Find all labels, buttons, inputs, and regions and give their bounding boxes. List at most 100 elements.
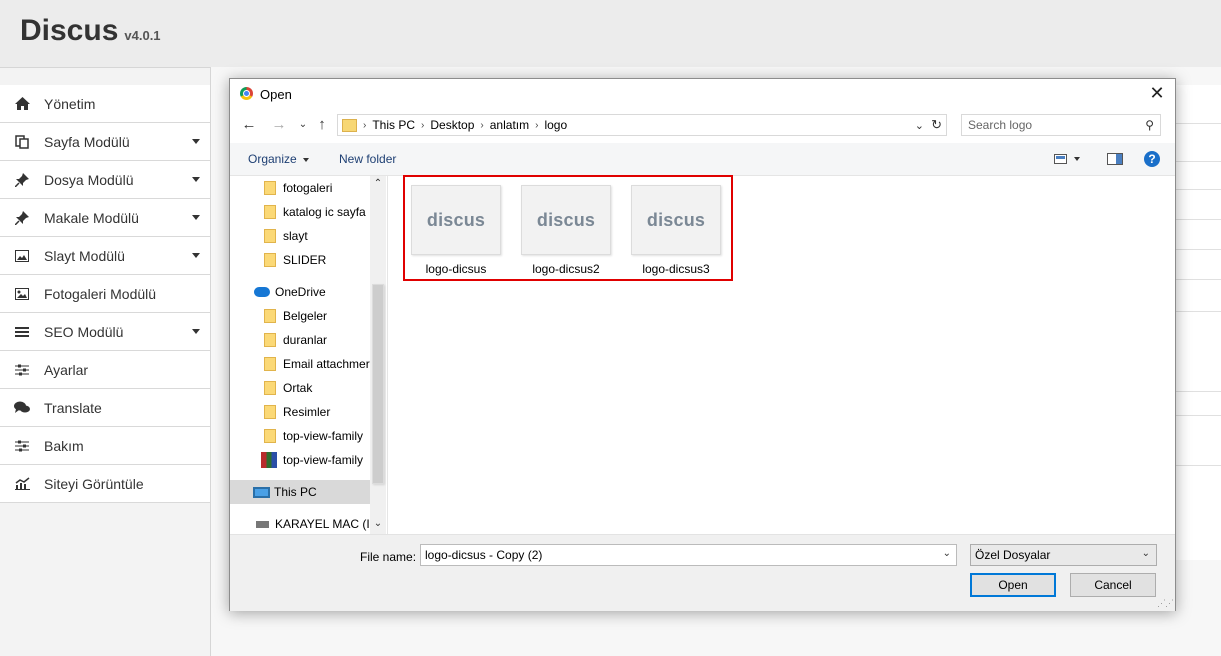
- folder-icon: [264, 357, 276, 371]
- nav-item-label: slayt: [283, 229, 308, 243]
- nav-item-folder[interactable]: Belgeler: [230, 304, 370, 328]
- chevron-right-icon[interactable]: ›: [363, 120, 366, 131]
- breadcrumb-desktop[interactable]: Desktop: [430, 118, 474, 132]
- close-icon[interactable]: ✕: [1147, 83, 1167, 103]
- list-icon: [14, 324, 30, 340]
- file-name-label: File name:: [360, 550, 417, 564]
- scroll-up-icon[interactable]: ⌃: [370, 178, 386, 189]
- dialog-footer: File name: logo-dicsus - Copy (2) ⌄ Özel…: [230, 534, 1175, 611]
- chevron-right-icon[interactable]: ›: [480, 120, 483, 131]
- nav-item-label: top-view-family: [283, 453, 364, 467]
- image-icon: [14, 248, 30, 264]
- help-icon[interactable]: ?: [1144, 151, 1160, 167]
- nav-item-folder[interactable]: top-view-family: [230, 424, 370, 448]
- nav-pane-scrollbar[interactable]: ⌃ ⌄: [370, 176, 386, 534]
- nav-item-folder[interactable]: Ortak: [230, 376, 370, 400]
- chevron-down-icon: [192, 253, 200, 258]
- pin-icon: [14, 172, 30, 188]
- nav-item-folder[interactable]: SLIDER: [230, 248, 370, 272]
- search-icon[interactable]: ⚲: [1145, 118, 1154, 132]
- sidebar-item-slayt-modulu[interactable]: Slayt Modülü: [0, 237, 210, 275]
- open-button[interactable]: Open: [970, 573, 1056, 597]
- recent-locations-chevron-icon[interactable]: ⌄: [294, 115, 312, 135]
- back-arrow-icon[interactable]: ←: [240, 115, 258, 135]
- sidebar-item-seo-modulu[interactable]: SEO Modülü: [0, 313, 210, 351]
- chevron-right-icon[interactable]: ›: [421, 120, 424, 131]
- background-panel: [1174, 85, 1221, 560]
- file-name-value: logo-dicsus - Copy (2): [425, 548, 543, 562]
- resize-grip-icon[interactable]: ⋰⋰: [1157, 598, 1174, 609]
- sidebar-divider: [210, 67, 211, 656]
- folder-icon: [264, 429, 276, 443]
- address-bar[interactable]: › This PC › Desktop › anlatım › logo ⌄ ↻: [337, 114, 947, 136]
- file-type-value: Özel Dosyalar: [975, 548, 1051, 562]
- computer-icon: [253, 486, 270, 498]
- sidebar-item-sayfa-modulu[interactable]: Sayfa Modülü: [0, 123, 210, 161]
- home-icon: [14, 96, 30, 112]
- breadcrumb-this-pc[interactable]: This PC: [372, 118, 415, 132]
- sidebar-item-fotogaleri-modulu[interactable]: Fotogaleri Modülü: [0, 275, 210, 313]
- nav-item-onedrive[interactable]: OneDrive: [230, 280, 370, 304]
- preview-pane-icon[interactable]: [1107, 153, 1123, 168]
- forward-arrow-icon[interactable]: →: [270, 115, 288, 135]
- sidebar-item-dosya-modulu[interactable]: Dosya Modülü: [0, 161, 210, 199]
- cancel-button[interactable]: Cancel: [1070, 573, 1156, 597]
- dialog-title: Open: [260, 87, 292, 102]
- nav-item-label: Belgeler: [283, 309, 328, 323]
- sidebar-item-bakim[interactable]: Bakım: [0, 427, 210, 465]
- sliders-icon: [14, 362, 30, 378]
- sidebar-item-makale-modulu[interactable]: Makale Modülü: [0, 199, 210, 237]
- file-name-input[interactable]: logo-dicsus - Copy (2) ⌄: [420, 544, 957, 566]
- nav-item-drive[interactable]: KARAYEL MAC (I:): [230, 512, 370, 534]
- sidebar-item-label: Bakım: [44, 437, 84, 454]
- nav-item-this-pc[interactable]: This PC: [230, 480, 370, 504]
- chevron-down-icon[interactable]: ⌄: [915, 119, 924, 132]
- nav-item-label: katalog ic sayfa: [283, 205, 366, 219]
- nav-item-folder[interactable]: Resimler: [230, 400, 370, 424]
- nav-item-label: duranlar: [283, 333, 328, 347]
- chrome-icon: [240, 87, 253, 100]
- search-input[interactable]: Search logo ⚲: [961, 114, 1161, 136]
- file-type-select[interactable]: Özel Dosyalar ⌄: [970, 544, 1157, 566]
- sidebar-item-translate[interactable]: Translate: [0, 389, 210, 427]
- search-placeholder: Search logo: [968, 118, 1033, 132]
- new-folder-button[interactable]: New folder: [339, 152, 396, 166]
- open-file-dialog: Open ✕ ← → ⌄ ↑ › This PC › Desktop › anl…: [229, 78, 1176, 611]
- folder-icon: [264, 309, 276, 323]
- nav-item-folder[interactable]: katalog ic sayfa: [230, 200, 370, 224]
- refresh-icon[interactable]: ↻: [931, 117, 942, 133]
- view-options-icon[interactable]: [1054, 153, 1082, 168]
- nav-item-label: OneDrive: [275, 285, 326, 299]
- nav-item-label: This PC: [274, 485, 317, 499]
- gallery-icon: [14, 286, 30, 302]
- scroll-down-icon[interactable]: ⌄: [370, 518, 386, 529]
- chevron-down-icon[interactable]: ⌄: [943, 548, 951, 559]
- breadcrumb-logo[interactable]: logo: [544, 118, 567, 132]
- folder-icon: [264, 333, 276, 347]
- breadcrumb-anlatim[interactable]: anlatım: [490, 118, 529, 132]
- chevron-down-icon: [192, 139, 200, 144]
- chevron-down-icon: [192, 329, 200, 334]
- sidebar-item-yonetim[interactable]: Yönetim: [0, 85, 210, 123]
- nav-item-folder[interactable]: fotogaleri: [230, 176, 370, 200]
- sidebar-item-label: Dosya Modülü: [44, 171, 134, 188]
- sidebar-item-siteyi-goruntule[interactable]: Siteyi Görüntüle: [0, 465, 210, 503]
- sidebar-item-label: Fotogaleri Modülü: [44, 285, 157, 302]
- sidebar-item-label: Slayt Modülü: [44, 247, 125, 264]
- nav-item-label: Resimler: [283, 405, 331, 419]
- up-arrow-icon[interactable]: ↑: [313, 115, 331, 135]
- organize-button[interactable]: Organize: [248, 152, 309, 166]
- nav-item-folder[interactable]: Email attachmer: [230, 352, 370, 376]
- nav-item-folder[interactable]: slayt: [230, 224, 370, 248]
- chevron-down-icon: [302, 157, 309, 162]
- folder-icon: [342, 118, 357, 132]
- sidebar-item-ayarlar[interactable]: Ayarlar: [0, 351, 210, 389]
- chart-icon: [14, 476, 30, 492]
- scrollbar-thumb[interactable]: [372, 284, 384, 484]
- pages-icon: [14, 134, 30, 150]
- folder-icon: [264, 181, 276, 195]
- nav-item-folder[interactable]: duranlar: [230, 328, 370, 352]
- nav-item-label: Email attachmer: [283, 357, 370, 371]
- chevron-right-icon[interactable]: ›: [535, 120, 538, 131]
- nav-item-archive[interactable]: top-view-family: [230, 448, 370, 472]
